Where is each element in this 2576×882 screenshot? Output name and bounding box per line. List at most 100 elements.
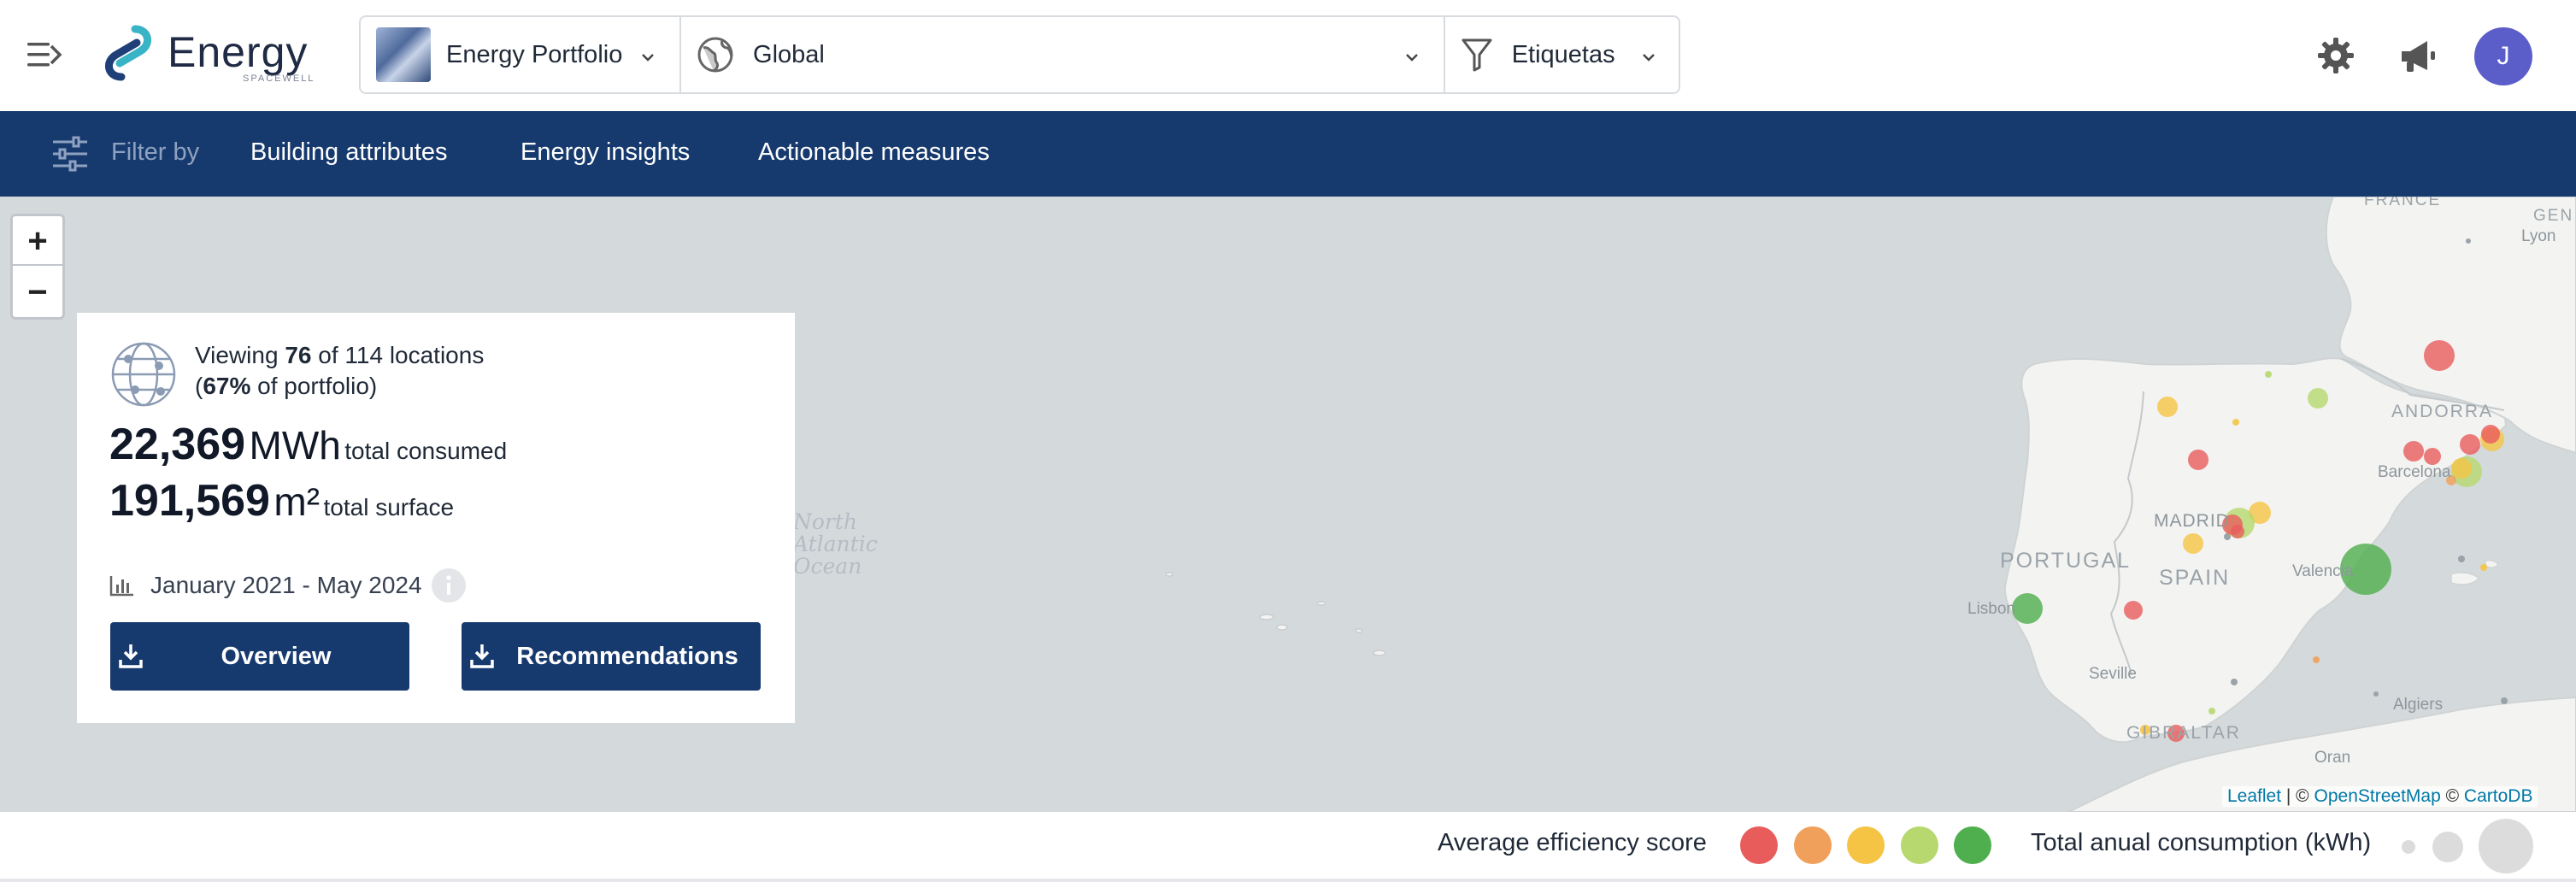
surface-value: 191,569 xyxy=(109,476,270,526)
efficiency-swatch xyxy=(1740,826,1778,864)
info-icon[interactable] xyxy=(431,567,467,603)
tags-selector[interactable]: Etiquetas xyxy=(1445,17,1679,92)
portfolio-label: Energy Portfolio xyxy=(446,40,623,68)
brand-sub: SPACEWELL xyxy=(243,74,315,84)
filter-sliders-icon[interactable] xyxy=(51,135,89,173)
city-label-oran: Oran xyxy=(2314,749,2351,767)
location-marker[interactable] xyxy=(2232,419,2239,426)
city-label-algiers: Algiers xyxy=(2393,696,2444,714)
city-label-barcelona: Barcelona xyxy=(2378,463,2451,481)
viewing-count: 76 xyxy=(285,342,312,368)
filter-funnel-icon xyxy=(1461,38,1492,72)
portfolio-percentage: (67% of portfolio) xyxy=(195,373,377,400)
location-marker[interactable] xyxy=(2403,441,2424,462)
globe-icon xyxy=(697,37,733,73)
download-icon xyxy=(470,644,494,668)
consumption-size-medium xyxy=(2432,832,2463,862)
location-marker[interactable] xyxy=(2460,434,2480,455)
city-label-lisbon: Lisbon xyxy=(1967,600,2015,618)
surface-label: total surface xyxy=(323,494,455,520)
announcements-megaphone-icon[interactable] xyxy=(2398,38,2438,75)
zoom-control: + − xyxy=(10,214,65,320)
city-label-lyon: Lyon xyxy=(2521,227,2556,245)
consumed-label: total consumed xyxy=(344,438,508,464)
menu-toggle-icon[interactable] xyxy=(27,39,65,70)
location-marker[interactable] xyxy=(2124,601,2143,620)
location-marker[interactable] xyxy=(2480,564,2487,571)
cartodb-link[interactable]: CartoDB xyxy=(2464,786,2533,806)
overview-download-button[interactable]: Overview xyxy=(110,622,409,691)
user-avatar[interactable]: J xyxy=(2474,27,2532,85)
recommendations-download-button[interactable]: Recommendations xyxy=(462,622,761,691)
chevron-down-icon xyxy=(1405,54,1418,62)
location-marker[interactable] xyxy=(2231,525,2244,538)
location-marker[interactable] xyxy=(2188,450,2208,470)
ocean-label-line: North xyxy=(793,509,858,534)
period-label: January 2021 - May 2024 xyxy=(150,572,422,598)
total-consumed-row: 22,369 MWh total consumed xyxy=(109,419,507,470)
consumption-size-small xyxy=(2402,840,2415,854)
zoom-out-button[interactable]: − xyxy=(13,268,62,317)
country-label-spain: SPAIN xyxy=(2159,566,2231,590)
consumption-legend-title: Total anual consumption (kWh) xyxy=(2031,829,2372,856)
efficiency-swatch xyxy=(1847,826,1885,864)
city-label-seville: Seville xyxy=(2089,665,2137,683)
consumed-value: 22,369 xyxy=(109,420,246,469)
attribution-sep: | © xyxy=(2281,786,2314,806)
location-marker[interactable] xyxy=(2313,656,2320,663)
total-surface-row: 191,569 m² total surface xyxy=(109,475,454,526)
logo-mark-icon xyxy=(105,25,151,81)
top-bar: Energy SPACEWELL Energy Portfolio Global… xyxy=(0,0,2576,111)
app-logo[interactable]: Energy SPACEWELL xyxy=(97,22,321,87)
filter-by-label: Filter by xyxy=(111,138,200,166)
ocean-label-line: Atlantic xyxy=(793,532,878,556)
efficiency-legend-title: Average efficiency score xyxy=(1438,829,1707,856)
country-label-andorra: ANDORRA xyxy=(2391,402,2494,421)
location-marker[interactable] xyxy=(2308,388,2328,409)
tags-label: Etiquetas xyxy=(1511,40,1615,68)
viewing-summary: Viewing 76 of 114 locations xyxy=(195,342,484,369)
location-marker[interactable] xyxy=(2451,458,2472,479)
context-selector-bar: Energy Portfolio Global Etiquetas xyxy=(359,15,1680,94)
download-icon xyxy=(119,644,143,668)
country-label-gibraltar: GIBRALTAR xyxy=(2126,723,2241,743)
pct-value: 67% xyxy=(203,373,251,399)
pct-open: ( xyxy=(195,373,203,399)
location-marker[interactable] xyxy=(2183,533,2203,554)
openstreetmap-link[interactable]: OpenStreetMap xyxy=(2314,786,2441,806)
nav-building-attributes[interactable]: Building attributes xyxy=(250,138,448,167)
overview-label: Overview xyxy=(221,642,332,670)
chevron-down-icon xyxy=(1643,54,1655,62)
nav-energy-insights[interactable]: Energy insights xyxy=(520,138,690,167)
viewing-suffix: of 114 locations xyxy=(311,342,485,368)
settings-gear-icon[interactable] xyxy=(2316,36,2355,75)
efficiency-swatch xyxy=(1901,826,1938,864)
recommendations-label: Recommendations xyxy=(516,642,738,670)
efficiency-swatch xyxy=(1954,826,1991,864)
nav-actionable-measures[interactable]: Actionable measures xyxy=(758,138,990,167)
consumed-unit: MWh xyxy=(249,423,341,467)
map-legend: Average efficiency score Total anual con… xyxy=(0,812,2576,882)
zoom-in-button[interactable]: + xyxy=(13,216,62,266)
scope-label: Global xyxy=(753,40,825,68)
location-marker[interactable] xyxy=(2265,371,2272,378)
location-marker[interactable] xyxy=(2157,397,2178,417)
location-marker[interactable] xyxy=(2424,340,2455,371)
location-marker[interactable] xyxy=(2012,593,2043,624)
consumption-size-large xyxy=(2479,819,2533,873)
period-row: January 2021 - May 2024 xyxy=(109,567,467,603)
efficiency-swatch xyxy=(1794,826,1832,864)
portfolio-selector[interactable]: Energy Portfolio xyxy=(361,17,682,92)
location-marker[interactable] xyxy=(2481,425,2500,444)
portfolio-summary-card: Viewing 76 of 114 locations (67% of port… xyxy=(77,313,795,723)
scope-selector[interactable]: Global xyxy=(681,17,1445,92)
location-marker[interactable] xyxy=(2208,708,2215,714)
location-marker[interactable] xyxy=(2424,448,2441,465)
viewing-prefix: Viewing xyxy=(195,342,285,368)
filter-bar: Filter by Building attributes Energy ins… xyxy=(0,111,2576,197)
leaflet-link[interactable]: Leaflet xyxy=(2227,786,2281,806)
attribution-sep: © xyxy=(2440,786,2464,806)
country-label-geneva: GEN xyxy=(2533,207,2574,225)
portfolio-thumbnail xyxy=(376,27,431,82)
ocean-label: North Atlantic Ocean xyxy=(793,511,878,578)
